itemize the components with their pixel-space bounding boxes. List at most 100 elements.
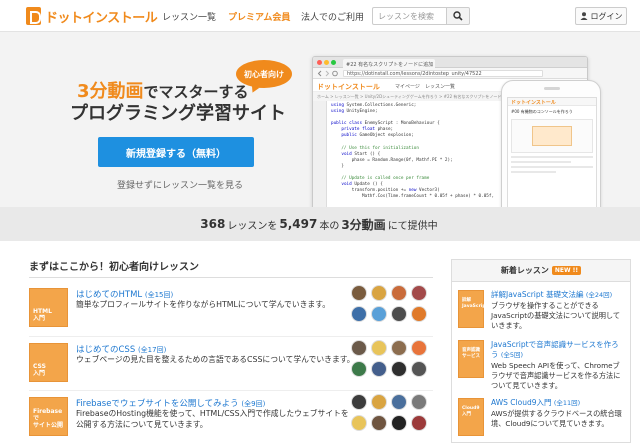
lesson-count: 368: [200, 217, 226, 231]
lesson-count: (全17回): [137, 346, 167, 354]
logo-mark-icon: [26, 7, 41, 25]
sidebar-lesson-count: (全24回): [585, 291, 613, 299]
avatar: [351, 361, 367, 377]
sidebar-lesson-item[interactable]: 音声認識 サービス JavaScriptで音声認識サービスを作ろう (全5回) …: [458, 340, 626, 396]
avatar: [411, 415, 427, 431]
beginner-badge: 初心者向け: [236, 60, 292, 88]
avatar-grid: [351, 340, 435, 377]
login-label: ログイン: [590, 11, 623, 21]
video-type: 3分動画: [341, 217, 386, 232]
code-block: using System.Collections.Generic; using U…: [331, 103, 494, 201]
avatar: [351, 394, 367, 410]
sidebar-lesson-description: AWSが提供するクラウドベースの統合環境、Cloud9について見ていきます。: [491, 409, 622, 428]
video-count: 5,497: [279, 217, 318, 231]
nav-lesson-list[interactable]: レッスン一覧: [162, 10, 216, 23]
hero-headline-2: プログラミング学習サイト: [70, 103, 286, 124]
avatar: [351, 415, 367, 431]
lesson-count: (全9回): [241, 400, 266, 408]
avatar-grid: [351, 394, 435, 431]
sidebar-lesson-title[interactable]: JavaScriptで音声認識サービスを作ろう (全5回): [491, 340, 626, 360]
mock-nav-lessons: レッスン一覧: [425, 84, 456, 90]
phone-text-line: [511, 161, 571, 163]
divider: [29, 336, 433, 337]
lesson-item[interactable]: Firebaseで サイト公開 Firebaseでウェブサイトを公開してみよう …: [29, 394, 435, 443]
signup-button[interactable]: 新規登録する（無料）: [98, 137, 254, 167]
browse-without-signup-link[interactable]: 登録せずにレッスン一覧を見る: [117, 178, 243, 191]
avatar: [391, 340, 407, 356]
search-icon: [453, 11, 463, 21]
new-badge: NEW !!: [551, 266, 582, 275]
close-dot-icon: [317, 60, 322, 65]
divider: [29, 277, 433, 278]
code-line: Mathf.Cos(Time.frameCount * 0.05f + phas…: [362, 194, 495, 200]
lesson-description: FirebaseのHosting機能を使って、HTML/CSS入門で作成したウェ…: [76, 409, 349, 429]
minimize-dot-icon: [324, 60, 329, 65]
lesson-description: ウェブページの見た目を整えるための言語であるCSSについて学んでいきます。: [76, 355, 355, 364]
phone-mockup: ドットインストール #00 有機物のコンソールを作ろう: [501, 80, 601, 207]
avatar: [371, 394, 387, 410]
editor-gutter: [313, 101, 327, 207]
stats-suffix: にて提供中: [387, 220, 438, 232]
sidebar-lesson-description: ブラウザを操作することができるJavaScriptの基礎文法について説明していき…: [491, 301, 621, 330]
lesson-thumbnail[interactable]: HTML 入門: [29, 288, 68, 327]
lesson-item[interactable]: CSS 入門 はじめてのCSS (全17回) ウェブページの見た目を整えるための…: [29, 340, 435, 393]
maximize-dot-icon: [331, 60, 336, 65]
avatar: [411, 361, 427, 377]
lesson-count-unit: レッスンを: [227, 220, 278, 232]
avatar: [391, 415, 407, 431]
lesson-thumbnail[interactable]: Firebaseで サイト公開: [29, 397, 68, 436]
login-button[interactable]: ログイン: [575, 7, 627, 25]
avatar: [391, 285, 407, 301]
video-count-unit: 本の: [319, 220, 340, 232]
avatar: [371, 285, 387, 301]
nav-premium[interactable]: プレミアム会員: [228, 10, 290, 23]
avatar: [371, 415, 387, 431]
avatar: [351, 340, 367, 356]
search-button[interactable]: [446, 7, 470, 25]
sidebar-lesson-thumbnail[interactable]: Cloud9 入門: [458, 398, 484, 436]
avatar: [411, 394, 427, 410]
sidebar-lesson-title[interactable]: AWS Cloud9入門 (全11回): [491, 398, 626, 408]
mock-site-logo: ドットインストール: [317, 83, 380, 91]
sidebar-title: 新着レッスン: [500, 266, 549, 275]
sidebar-lesson-thumbnail[interactable]: 詳解 JavaScript: [458, 290, 488, 328]
phone-screen: ドットインストール #00 有機物のコンソールを作ろう: [507, 97, 597, 207]
user-icon: [580, 12, 587, 20]
lesson-item[interactable]: HTML 入門 はじめてのHTML (全15回) 簡単なプロフィールサイトを作り…: [29, 285, 433, 338]
site-logo[interactable]: ドットインストール: [26, 6, 158, 26]
sidebar-lesson-item[interactable]: 詳解 JavaScript 詳解JavaScript 基礎文法編 (全24回) …: [458, 290, 626, 336]
sidebar-lesson-thumbnail[interactable]: 音声認識 サービス: [458, 340, 484, 378]
beginner-section-title: まずはここから！初心者向けレッスン: [29, 262, 199, 273]
divider: [29, 390, 433, 391]
avatar: [351, 306, 367, 322]
mock-nav-mypage: マイページ: [395, 84, 420, 90]
phone-video-frame: [532, 126, 572, 146]
sidebar-lesson-title[interactable]: 詳解JavaScript 基礎文法編 (全24回): [491, 290, 626, 300]
avatar: [371, 306, 387, 322]
nav-arrows-icon: [317, 70, 338, 77]
avatar: [391, 361, 407, 377]
avatar: [411, 306, 427, 322]
lesson-count: (全15回): [144, 291, 174, 299]
phone-text-line: [511, 156, 593, 158]
sidebar-lesson-item[interactable]: Cloud9 入門 AWS Cloud9入門 (全11回) AWSが提供するクラ…: [458, 398, 626, 442]
sidebar-lesson-title-text: AWS Cloud9入門: [491, 398, 552, 407]
phone-video: [511, 119, 593, 153]
phone-site-logo: ドットインストール: [508, 98, 596, 106]
site-header: ドットインストール レッスン一覧 プレミアム会員 法人でのご利用 レッスンを検索…: [0, 0, 640, 32]
nav-corporate[interactable]: 法人でのご利用: [301, 10, 364, 23]
lesson-description: 簡単なプロフィールサイトを作りながらHTMLについて学んでいきます。: [76, 300, 331, 309]
sidebar-header: 新着レッスン NEW !!: [452, 260, 630, 282]
sidebar-lesson-title-text: 詳解JavaScript 基礎文法編: [491, 290, 584, 299]
browser-url: https://dotinstall.com/lessons/2dintoste…: [343, 70, 543, 77]
phone-text-line: [511, 166, 593, 168]
avatar: [411, 340, 427, 356]
phone-speaker: [544, 87, 560, 90]
phone-text-line: [511, 171, 556, 173]
new-lessons-sidebar: 新着レッスン NEW !! 詳解 JavaScript 詳解JavaScript…: [451, 259, 631, 443]
avatar: [371, 340, 387, 356]
lesson-thumbnail[interactable]: CSS 入門: [29, 343, 68, 382]
sidebar-lesson-count: (全11回): [553, 399, 581, 407]
avatar: [371, 361, 387, 377]
avatar: [391, 306, 407, 322]
